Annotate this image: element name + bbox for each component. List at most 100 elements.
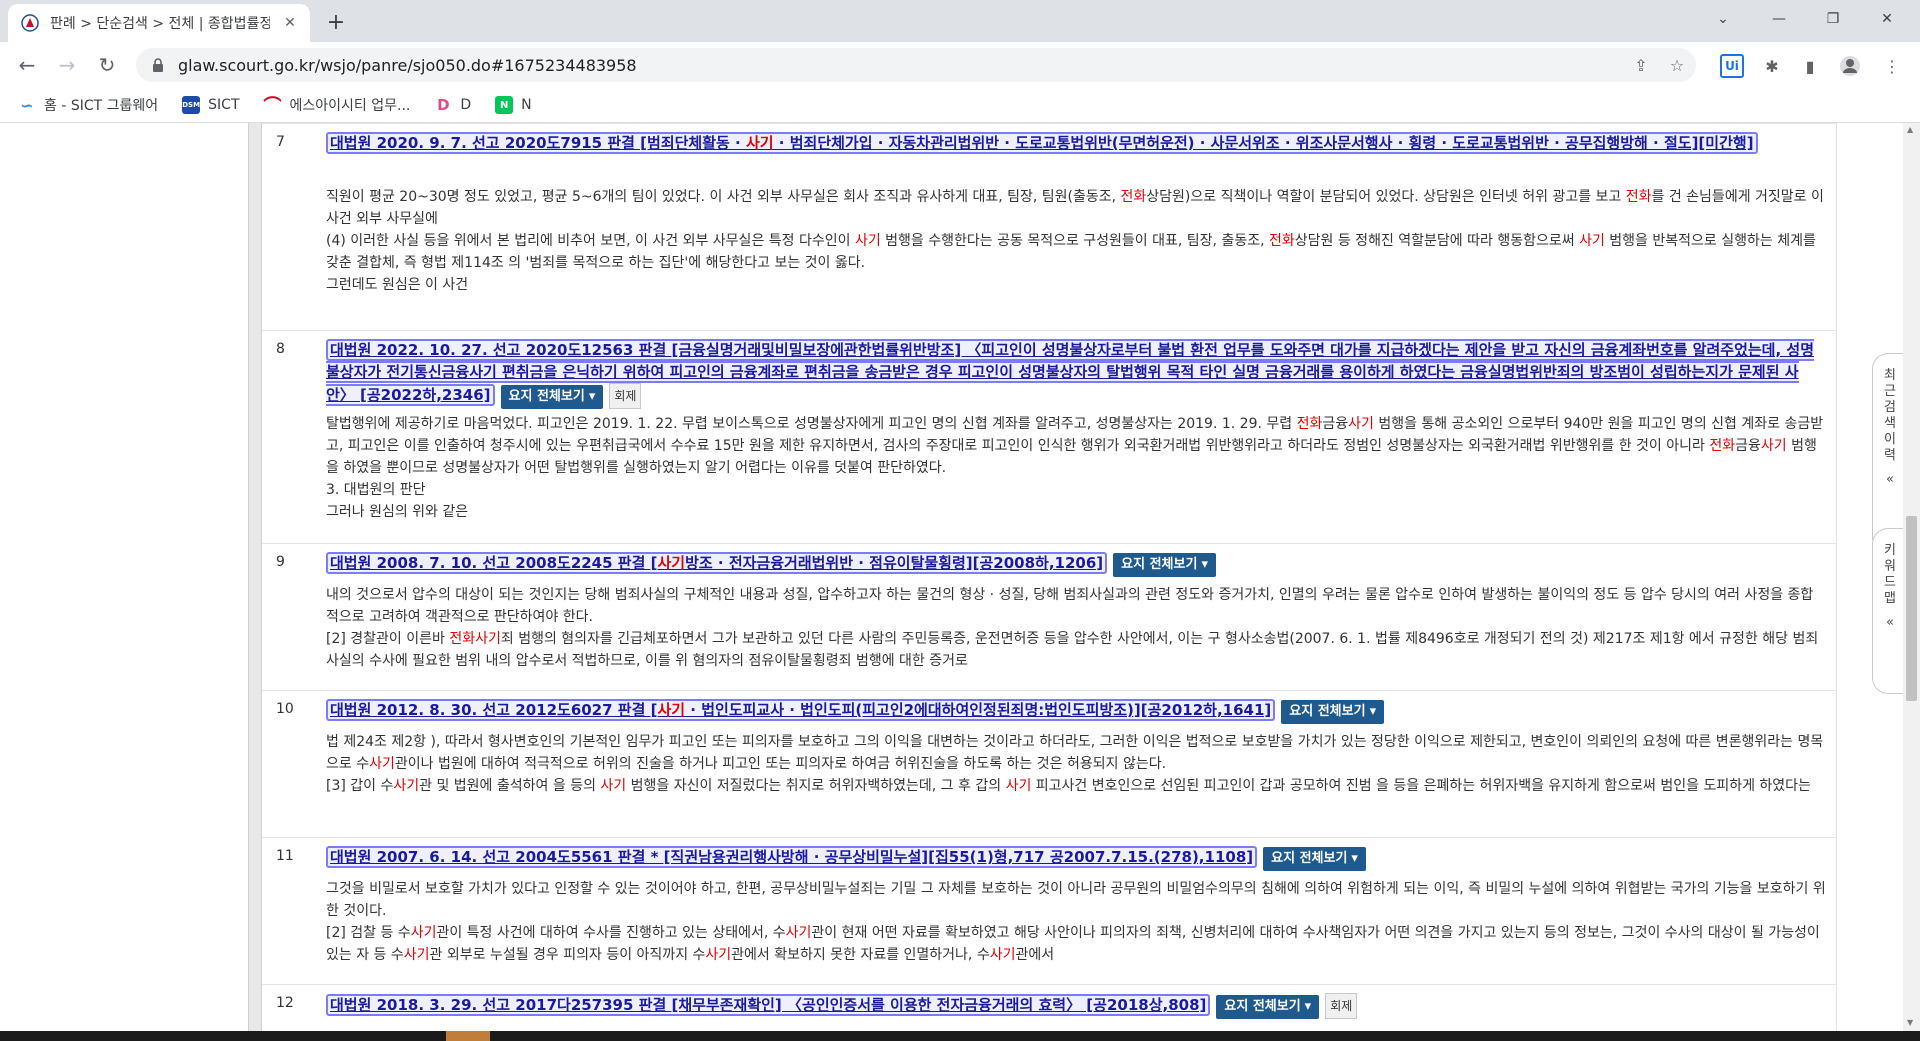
commentary-button[interactable]: 회제 — [609, 383, 642, 409]
excerpt-text: 금융 — [1735, 438, 1761, 454]
result-number: 10 — [276, 701, 294, 717]
excerpt-paragraph: 직원이 평균 20~30명 정도 있었고, 평균 5~6개의 팀이 있었다. 이… — [326, 186, 1826, 230]
bookmark-item[interactable]: D D — [434, 96, 471, 114]
bookmark-star-icon[interactable]: ☆ — [1664, 52, 1690, 78]
minimize-button[interactable]: — — [1756, 4, 1802, 34]
back-icon[interactable]: ← — [12, 50, 42, 80]
case-title: 대법원 2018. 3. 29. 선고 2017다257395 판결 [채무부존… — [326, 993, 1816, 1019]
case-title-link[interactable]: 대법원 2018. 3. 29. 선고 2017다257395 판결 [채무부존… — [326, 994, 1211, 1016]
excerpt-paragraph: (4) 이러한 사실 등을 위에서 본 법리에 비추어 보면, 이 사건 외부 … — [326, 230, 1826, 274]
excerpt-text: [3] 갑이 수 — [326, 778, 394, 794]
excerpt-paragraph: 내의 것으로서 압수의 대상이 되는 것인지는 당해 범죄사실의 구체적인 내용… — [326, 584, 1826, 628]
reload-icon[interactable]: ↻ — [92, 50, 122, 80]
side-tab-char: 워 — [1884, 559, 1896, 574]
keyword-highlight: 사기 — [1579, 233, 1605, 249]
close-window-button[interactable]: ✕ — [1864, 4, 1910, 34]
scrollbar-thumb[interactable] — [1906, 516, 1917, 701]
summary-view-button[interactable]: 요지 전체보기 — [500, 385, 593, 409]
excerpt-text: 피고사건 변호인으로 선임된 피고인이 갑과 공모하여 진범 을 등을 은폐하는… — [1031, 778, 1811, 794]
excerpt-paragraph: 탈법행위에 제공하기로 마음먹었다. 피고인은 2019. 1. 22. 무렵 … — [326, 413, 1826, 479]
dsm-icon: DSM — [182, 96, 201, 114]
browser-tab[interactable]: 판례 > 단순검색 > 전체 | 종합법률정보 ✕ — [8, 4, 310, 42]
keyword-highlight: 전화 — [1709, 438, 1736, 454]
sict-arc-icon: ⌒ — [263, 96, 282, 117]
excerpt-text: [2] 검찰 등 수 — [326, 925, 411, 941]
address-bar[interactable]: glaw.scourt.go.kr/wsjo/panre/sjo050.do#1… — [136, 48, 1696, 82]
excerpt-text: 그러나 원심의 위와 같은 — [326, 504, 469, 520]
excerpt-text: 내의 것으로서 압수의 대상이 되는 것인지는 당해 범죄사실의 구체적인 내용… — [326, 587, 1814, 625]
excerpt-text: 관에서 확보하지 못한 자료를 인멸하거나, 수 — [731, 947, 990, 963]
excerpt-paragraph: [2] 검찰 등 수사기관이 특정 사건에 대하여 수사를 진행하고 있는 상태… — [326, 922, 1826, 966]
results-list: 7 대법원 2020. 9. 7. 선고 2020도7915 판결 [범죄단체활동… — [262, 123, 1837, 1031]
excerpt-text: [2] 경찰관이 이른바 — [326, 631, 450, 647]
vertical-scrollbar[interactable]: ▲ ▼ — [1903, 123, 1920, 1031]
case-title: 대법원 2008. 7. 10. 선고 2008도2245 판결 [사기방조 ·… — [326, 552, 1816, 577]
bookmark-item[interactable]: DSM SICT — [182, 96, 240, 114]
excerpt-text: 관 외부로 누설될 경우 피의자 등이 아직까지 수 — [429, 947, 706, 963]
side-tab-char: 이 — [1884, 432, 1896, 447]
bookmark-item[interactable]: ⌒ 에스아이시티 업무... — [263, 95, 411, 117]
keyword-highlight: 사기 — [1005, 778, 1032, 794]
excerpt-paragraph: [2] 경찰관이 이른바 전화사기죄 범행의 혐의자를 긴급체포하면서 그가 보… — [326, 628, 1826, 672]
extensions-puzzle-icon[interactable]: ✱ — [1760, 54, 1784, 78]
excerpt-text: 관에서 — [1015, 947, 1055, 963]
commentary-button[interactable]: 회제 — [1325, 993, 1358, 1019]
chevron-down-icon[interactable]: ▾ — [1201, 553, 1216, 577]
summary-view-button[interactable]: 요지 전체보기 — [1281, 700, 1374, 724]
share-icon[interactable]: ⇪ — [1628, 52, 1654, 78]
case-title-link[interactable]: 대법원 2007. 6. 14. 선고 2004도5561 판결 * [직권남용… — [326, 846, 1258, 868]
excerpt-text: 직원이 평균 20~30명 정도 있었고, 평균 5~6개의 팀이 있었다. 이… — [326, 189, 1121, 205]
tab-strip: 판례 > 단순검색 > 전체 | 종합법률정보 ✕ + ⌄ — ❐ ✕ — [0, 0, 1920, 42]
chevron-down-icon[interactable]: ▾ — [1351, 847, 1366, 871]
lock-icon[interactable] — [150, 57, 166, 73]
summary-view-button[interactable]: 요지 전체보기 — [1263, 847, 1356, 871]
chevron-down-icon[interactable]: ▾ — [588, 385, 604, 409]
new-tab-button[interactable]: + — [322, 8, 350, 36]
chrome-menu-icon[interactable]: ⋮ — [1880, 54, 1904, 78]
keyword-highlight: 전화 — [1625, 189, 1652, 205]
forward-icon[interactable]: → — [52, 50, 82, 80]
title-text: 대법원 2007. 6. 14. 선고 2004도5561 판결 * [직권남용… — [330, 848, 1254, 866]
title-text: 대법원 2018. 3. 29. 선고 2017다257395 판결 [채무부존… — [330, 996, 1207, 1014]
keyword-highlight: 사기 — [657, 701, 686, 719]
recent-search-tab[interactable]: 최 근 검 색 이 력 « — [1872, 353, 1903, 554]
excerpt-paragraph: 3. 대법원의 판단 — [326, 479, 1826, 501]
excerpt-text: (4) 이러한 사실 등을 위에서 본 법리에 비추어 보면, 이 사건 외부 … — [326, 233, 855, 249]
case-title-link[interactable]: 대법원 2020. 9. 7. 선고 2020도7915 판결 [범죄단체활동 … — [326, 132, 1758, 154]
tab-close-icon[interactable]: ✕ — [280, 13, 300, 33]
excerpt-text: 탈법행위에 제공하기로 마음먹었다. 피고인은 2019. 1. 22. 무렵 … — [326, 416, 1297, 432]
taskbar-app-icon[interactable] — [446, 1031, 490, 1041]
title-text: · 범죄단체가입 · 자동차관리법위반 · 도로교통법위반(무면허운전) · 사… — [773, 134, 1754, 152]
tab-search-icon[interactable]: ⌄ — [1700, 4, 1746, 34]
bookmark-label: 에스아이시티 업무... — [289, 98, 411, 114]
case-title: 대법원 2022. 10. 27. 선고 2020도12563 판결 [금융실명… — [326, 339, 1816, 409]
double-chevron-left-icon: « — [1886, 472, 1894, 487]
scroll-down-arrow-icon[interactable]: ▼ — [1907, 1018, 1913, 1027]
extension-ui-icon[interactable]: Ui — [1720, 54, 1744, 78]
side-tab-char: 최 — [1884, 368, 1896, 383]
profile-avatar-icon[interactable] — [1838, 54, 1862, 78]
result-item: 12 대법원 2018. 3. 29. 선고 2017다257395 판결 [채무… — [262, 984, 1836, 1031]
restore-button[interactable]: ❐ — [1810, 4, 1856, 34]
chevron-down-icon[interactable]: ▾ — [1304, 995, 1320, 1019]
court-logo-icon — [20, 13, 40, 33]
side-panel-icon[interactable]: ▮ — [1798, 54, 1822, 78]
result-item: 10 대법원 2012. 8. 30. 선고 2012도6027 판결 [사기 ·… — [262, 690, 1836, 838]
chevron-down-icon[interactable]: ▾ — [1369, 700, 1385, 724]
bookmark-item[interactable]: ∽ 홈 - SICT 그룹웨어 — [18, 95, 158, 115]
summary-view-button[interactable]: 요지 전체보기 — [1216, 995, 1309, 1019]
case-title-link[interactable]: 대법원 2008. 7. 10. 선고 2008도2245 판결 [사기방조 ·… — [326, 552, 1108, 574]
scroll-up-arrow-icon[interactable]: ▲ — [1907, 125, 1913, 134]
excerpt-paragraph: [3] 갑이 수사기관 및 법원에 출석하여 을 등의 사기 범행을 자신이 저… — [326, 775, 1826, 797]
bookmark-label: D — [460, 97, 472, 113]
excerpt-paragraph: 그것을 비밀로서 보호할 가치가 있다고 인정할 수 있는 것이어야 하고, 한… — [326, 878, 1826, 922]
keyword-highlight: 전화사기 — [449, 631, 501, 647]
case-title-link[interactable]: 대법원 2012. 8. 30. 선고 2012도6027 판결 [사기 · 법… — [326, 699, 1276, 721]
bookmark-item[interactable]: N N — [495, 96, 532, 114]
browser-toolbar: ← → ↻ glaw.scourt.go.kr/wsjo/panre/sjo05… — [0, 42, 1920, 88]
summary-view-button[interactable]: 요지 전체보기 — [1113, 553, 1206, 577]
title-text: 대법원 2008. 7. 10. 선고 2008도2245 판결 [ — [330, 554, 658, 572]
excerpt-text: 범행을 자신이 저질렀다는 취지로 허위자백하였는데, 그 후 갑의 — [626, 778, 1006, 794]
keyword-highlight: 사기 — [369, 756, 395, 772]
keyword-map-tab[interactable]: 키 워 드 맵 « — [1872, 528, 1903, 694]
